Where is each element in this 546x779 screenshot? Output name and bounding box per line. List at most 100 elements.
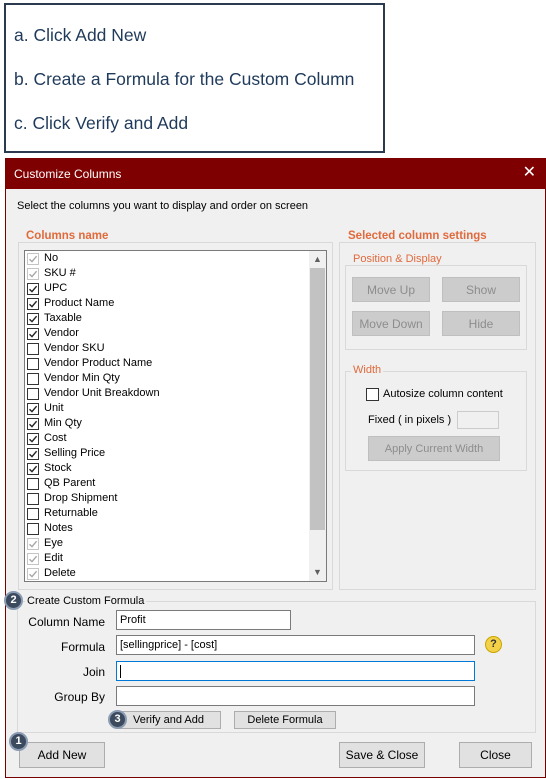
column-label: Eye <box>44 537 63 549</box>
move-up-button[interactable]: Move Up <box>352 277 430 302</box>
checkmark-icon <box>29 285 38 293</box>
width-group-title: Width <box>351 364 384 376</box>
columns-listbox[interactable]: No SKU # UPC Product Name Taxable Vendor Vendo… <box>24 250 327 582</box>
column-label: UPC <box>44 282 68 294</box>
column-label: SKU # <box>44 267 76 279</box>
join-input[interactable] <box>116 661 475 681</box>
column-checkbox[interactable] <box>27 538 39 550</box>
column-checkbox[interactable] <box>27 328 39 340</box>
column-checkbox[interactable] <box>27 418 39 430</box>
step-1-marker: 1 <box>9 732 28 751</box>
checkmark-icon <box>29 540 38 548</box>
checkmark-icon <box>29 405 38 413</box>
position-display-title: Position & Display <box>351 253 444 265</box>
column-label: Edit <box>44 552 63 564</box>
column-label: Notes <box>44 522 73 534</box>
scroll-up-icon[interactable]: ▲ <box>309 251 326 268</box>
column-checkbox[interactable] <box>27 433 39 445</box>
instruction-step-c: c. Click Verify and Add <box>14 113 189 133</box>
show-button[interactable]: Show <box>442 277 520 302</box>
formula-input[interactable]: [sellingprice] - [cost] <box>116 635 475 655</box>
dialog-subtitle: Select the columns you want to display a… <box>17 200 309 212</box>
checkmark-icon <box>29 555 38 563</box>
checkmark-icon <box>29 300 38 308</box>
column-label: Vendor Unit Breakdown <box>44 387 160 399</box>
column-checkbox[interactable] <box>27 568 39 580</box>
step-2-marker: 2 <box>4 591 23 610</box>
text-cursor <box>120 664 121 678</box>
column-checkbox[interactable] <box>27 463 39 475</box>
move-down-button[interactable]: Move Down <box>352 311 430 336</box>
scroll-down-icon[interactable]: ▼ <box>309 564 326 581</box>
column-label: Unit <box>44 402 64 414</box>
column-checkbox[interactable] <box>27 343 39 355</box>
column-checkbox[interactable] <box>27 493 39 505</box>
checkmark-icon <box>29 570 38 578</box>
column-name-input[interactable]: Profit <box>116 610 291 630</box>
checkmark-icon <box>29 435 38 443</box>
column-label: Vendor Product Name <box>44 357 153 369</box>
fixed-width-label: Fixed ( in pixels ) <box>368 414 452 426</box>
column-label: QB Parent <box>44 477 96 489</box>
checkmark-icon <box>29 450 38 458</box>
checkmark-icon <box>29 315 38 323</box>
customize-columns-dialog: Customize Columns ✕ Select the columns y… <box>4 158 546 778</box>
column-checkbox[interactable] <box>27 553 39 565</box>
column-checkbox[interactable] <box>27 478 39 490</box>
column-label: No <box>44 252 59 264</box>
column-checkbox[interactable] <box>27 388 39 400</box>
hide-button[interactable]: Hide <box>442 311 520 336</box>
instruction-step-b: b. Create a Formula for the Custom Colum… <box>14 69 355 89</box>
settings-header: Selected column settings <box>346 230 489 242</box>
close-icon[interactable]: ✕ <box>523 164 536 182</box>
add-new-button[interactable]: Add New <box>19 742 105 768</box>
checkmark-icon <box>29 270 38 278</box>
column-label: Selling Price <box>44 447 106 459</box>
group-by-input[interactable] <box>116 686 475 706</box>
apply-width-button[interactable]: Apply Current Width <box>368 436 500 461</box>
column-label: Min Qty <box>44 417 82 429</box>
step-3-marker: 3 <box>108 710 127 729</box>
column-label: Drop Shipment <box>44 492 118 504</box>
column-label: Product Name <box>44 297 115 309</box>
column-checkbox[interactable] <box>27 253 39 265</box>
column-checkbox[interactable] <box>27 523 39 535</box>
column-checkbox[interactable] <box>27 298 39 310</box>
column-label: Vendor SKU <box>44 342 105 354</box>
dialog-title: Customize Columns <box>14 167 122 181</box>
column-name-label: Column Name <box>28 615 105 629</box>
column-label: Cost <box>44 432 67 444</box>
column-checkbox[interactable] <box>27 283 39 295</box>
column-label: Taxable <box>44 312 82 324</box>
column-label: Stock <box>44 462 72 474</box>
column-checkbox[interactable] <box>27 313 39 325</box>
vertical-scrollbar[interactable]: ▲ ▼ <box>309 251 326 581</box>
save-close-button[interactable]: Save & Close <box>339 742 425 768</box>
formula-label: Formula <box>60 640 105 654</box>
fixed-width-input[interactable] <box>457 411 499 429</box>
delete-formula-button[interactable]: Delete Formula <box>234 711 336 729</box>
title-bar: Customize Columns ✕ <box>6 159 545 189</box>
column-label: Returnable <box>44 507 98 519</box>
join-label: Join <box>82 665 105 679</box>
autosize-label: Autosize column content <box>383 388 503 400</box>
column-checkbox[interactable] <box>27 268 39 280</box>
verify-add-button[interactable]: Verify and Add <box>116 711 221 729</box>
column-label: Vendor <box>44 327 79 339</box>
column-checkbox[interactable] <box>27 373 39 385</box>
columns-header: Columns name <box>24 230 111 242</box>
scroll-thumb[interactable] <box>310 268 325 530</box>
column-checkbox[interactable] <box>27 403 39 415</box>
custom-formula-title: Create Custom Formula <box>25 595 147 607</box>
instructions-box: a. Click Add New b. Create a Formula for… <box>4 3 385 153</box>
column-label: Vendor Min Qty <box>44 372 120 384</box>
close-button[interactable]: Close <box>459 742 532 768</box>
checkmark-icon <box>29 420 38 428</box>
autosize-checkbox[interactable] <box>366 388 379 401</box>
column-checkbox[interactable] <box>27 448 39 460</box>
column-label: Delete <box>44 567 76 579</box>
checkmark-icon <box>29 465 38 473</box>
column-checkbox[interactable] <box>27 508 39 520</box>
column-checkbox[interactable] <box>27 358 39 370</box>
help-icon[interactable]: ? <box>485 636 502 653</box>
